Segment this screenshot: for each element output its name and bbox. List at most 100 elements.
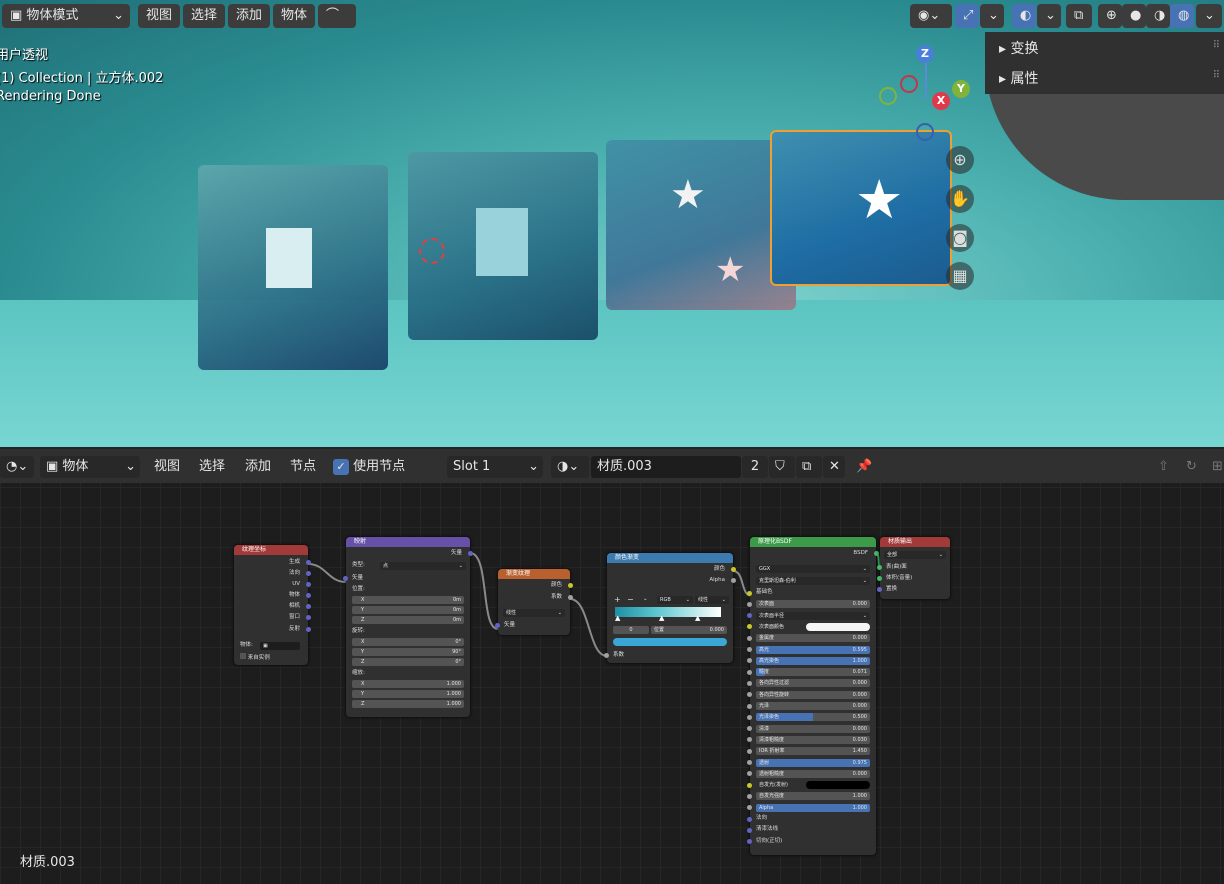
output-socket[interactable]: [568, 595, 573, 600]
input-socket[interactable]: [747, 601, 752, 607]
bsdf-input-field[interactable]: 金属度 0.000: [756, 634, 870, 643]
input-socket[interactable]: [747, 658, 752, 664]
bsdf-input-field[interactable]: 各向异性过滤 0.000: [756, 679, 870, 688]
rotation-z[interactable]: Z 0°: [352, 658, 464, 666]
3d-cursor[interactable]: [419, 238, 445, 264]
location-z[interactable]: Z 0m: [352, 616, 464, 624]
shading-material-icon[interactable]: ◑: [1146, 4, 1170, 28]
node-principled-bsdf[interactable]: 原理化BSDF BSDF GGX ⌄ 克里斯坦森-伯利 ⌄ 基础色 次表面 0.000 次…: [747, 537, 879, 855]
input-socket[interactable]: [747, 827, 752, 833]
gizmo-toggle-icon[interactable]: ⤢: [955, 4, 979, 28]
input-socket[interactable]: [747, 805, 752, 811]
color-mode-dropdown[interactable]: RGB ⌄: [657, 596, 693, 604]
transform-curve-icon[interactable]: ⌒: [318, 4, 356, 28]
type-dropdown[interactable]: 点 ⌄: [380, 562, 466, 570]
menu-add[interactable]: 添加: [228, 4, 271, 28]
3d-viewport[interactable]: ★ ★ ★ ▣ 物体模式 ⌄ 视图 选择 添加 物体 ⌒ ◉⌄ ⤢ ⌄ ◐ ⌄ …: [0, 0, 1224, 447]
stop-position-field[interactable]: 位置 0.000: [651, 626, 727, 634]
input-socket[interactable]: [747, 669, 752, 675]
drag-handle-icon[interactable]: ⠿: [1213, 40, 1220, 51]
pan-hand-icon[interactable]: ✋: [946, 185, 974, 213]
input-socket[interactable]: [747, 760, 752, 765]
cube-3[interactable]: [606, 140, 796, 310]
bsdf-input-field[interactable]: 清漆 0.000: [756, 724, 870, 733]
input-socket[interactable]: [877, 565, 882, 570]
panel-transform[interactable]: ▸ 变换: [999, 38, 1038, 58]
scale-x[interactable]: X 1.000: [352, 680, 464, 688]
input-socket[interactable]: [747, 839, 752, 845]
input-socket[interactable]: [747, 782, 752, 788]
drag-handle-icon[interactable]: ⠿: [1213, 70, 1220, 81]
zoom-icon[interactable]: ⊕: [946, 146, 974, 174]
shader-node-editor[interactable]: ◔⌄ ▣ 物体 ⌄ 视图 选择 添加 节点 ✓ 使用节点 Slot 1 ⌄ ◑⌄…: [0, 447, 1224, 884]
color-ramp-gradient[interactable]: [615, 607, 721, 617]
input-socket[interactable]: [747, 590, 752, 596]
output-socket[interactable]: [306, 571, 311, 576]
output-socket[interactable]: [306, 560, 311, 565]
overlay-toggle-icon[interactable]: ◐: [1012, 4, 1036, 28]
bsdf-input-field[interactable]: 高光染色 1.000: [756, 656, 870, 665]
bsdf-input-field[interactable]: 次表面半径 ⌄: [756, 611, 870, 620]
bsdf-input-field[interactable]: 光泽 0.000: [756, 702, 870, 710]
shading-dropdown-icon[interactable]: ⌄: [1196, 4, 1222, 28]
output-socket[interactable]: [731, 578, 736, 583]
input-socket[interactable]: [604, 653, 609, 658]
shading-wireframe-icon[interactable]: ⊕: [1098, 4, 1122, 28]
ramp-stop-handle[interactable]: ▲: [659, 614, 664, 622]
remove-stop-icon[interactable]: −: [627, 595, 634, 604]
color-swatch[interactable]: [806, 622, 870, 631]
bsdf-input-field[interactable]: 自发光强度 1.000: [756, 792, 870, 801]
sss-method-dropdown[interactable]: 克里斯坦森-伯利 ⌄: [756, 577, 870, 585]
gizmo-z-axis[interactable]: Z: [916, 45, 934, 63]
bsdf-input-field[interactable]: 高光 0.595: [756, 645, 870, 654]
menu-view[interactable]: 视图: [138, 4, 181, 28]
interpolation-dropdown[interactable]: 线性 ⌄: [503, 609, 565, 617]
input-socket[interactable]: [747, 816, 752, 822]
ramp-menu-icon[interactable]: ⌄: [643, 595, 648, 604]
visibility-icon[interactable]: ◉⌄: [910, 4, 952, 28]
scale-z[interactable]: Z 1.000: [352, 700, 464, 708]
input-socket[interactable]: [747, 771, 752, 777]
panel-properties[interactable]: ▸ 属性: [999, 68, 1038, 88]
output-socket[interactable]: [306, 615, 311, 620]
stop-index-field[interactable]: 0: [613, 626, 649, 634]
input-socket[interactable]: [747, 714, 752, 720]
gizmo-dropdown-icon[interactable]: ⌄: [980, 4, 1004, 28]
bsdf-input-field[interactable]: 糙度 0.071: [756, 668, 870, 677]
node-material-output[interactable]: 材质输出 全部 ⌄ 表(曲)面 体积(音量) 置换: [877, 537, 950, 599]
input-socket[interactable]: [495, 623, 500, 628]
overlay-dropdown-icon[interactable]: ⌄: [1037, 4, 1061, 28]
menu-object[interactable]: 物体: [273, 4, 316, 28]
gizmo-x-axis[interactable]: X: [932, 92, 950, 110]
input-socket[interactable]: [747, 793, 752, 799]
bsdf-input-field[interactable]: 各向异性旋转 0.000: [756, 690, 870, 699]
input-socket[interactable]: [747, 692, 752, 698]
gizmo-neg-z[interactable]: [916, 123, 934, 141]
input-socket[interactable]: [747, 726, 752, 732]
input-socket[interactable]: [747, 624, 752, 630]
add-stop-icon[interactable]: +: [614, 595, 621, 604]
mode-dropdown[interactable]: ▣ 物体模式 ⌄: [2, 4, 130, 28]
input-socket[interactable]: [877, 587, 882, 592]
shading-rendered-icon[interactable]: ◍: [1170, 4, 1194, 28]
color-swatch[interactable]: [806, 781, 870, 790]
input-socket[interactable]: [343, 576, 348, 581]
input-socket[interactable]: [747, 613, 752, 619]
bsdf-input-field[interactable]: IOR 折射率 1.450: [756, 747, 870, 756]
node-mapping[interactable]: 映射 矢量 类型: 点 ⌄ 矢量 位置: X 0m Y 0m Z 0m 旋转: X 0° …: [343, 537, 473, 717]
gizmo-y-axis[interactable]: Y: [952, 80, 970, 98]
input-socket[interactable]: [747, 737, 752, 743]
output-socket[interactable]: [306, 582, 311, 587]
output-socket[interactable]: [306, 604, 311, 609]
input-socket[interactable]: [877, 576, 882, 581]
node-texture-coordinate[interactable]: 纹理坐标 生成 法向 UV 物体 相机 窗口 反射 物体: ▣ 来自实例: [234, 545, 311, 665]
rotation-y[interactable]: Y 90°: [352, 648, 464, 656]
stop-color-swatch[interactable]: [613, 638, 727, 646]
output-socket[interactable]: [468, 551, 473, 556]
output-socket[interactable]: [568, 583, 573, 588]
bsdf-input-field[interactable]: 次表面颜色: [756, 622, 870, 631]
bsdf-input-field[interactable]: 自发光(发射): [756, 781, 870, 790]
camera-icon[interactable]: ◙: [946, 224, 974, 252]
output-socket[interactable]: [306, 627, 311, 632]
bsdf-input-field[interactable]: 清漆粗糙度 0.030: [756, 735, 870, 744]
